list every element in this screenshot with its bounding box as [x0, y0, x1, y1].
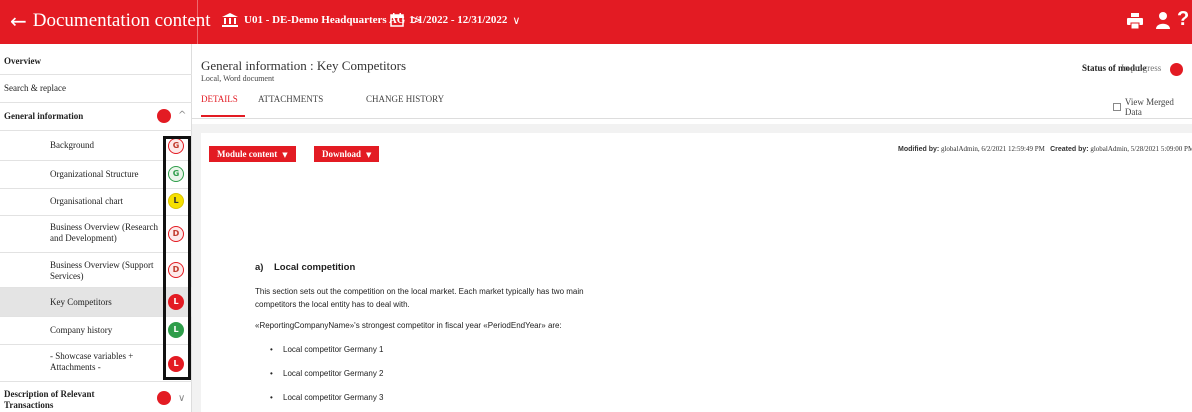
- created-label: Created by:: [1050, 146, 1089, 153]
- checkbox[interactable]: [1113, 103, 1121, 111]
- sidebar-item-business-overview-rd[interactable]: Business Overview (Research and Developm…: [50, 222, 162, 244]
- list-item: • Local competitor Germany 2: [270, 369, 384, 378]
- status-value: In progress: [1121, 63, 1162, 73]
- caret-down-icon: ▼: [366, 151, 372, 159]
- bullet-icon: •: [270, 393, 273, 402]
- status-dot: [157, 109, 171, 123]
- status-dot: [157, 391, 171, 405]
- section-heading: a) Local competition: [255, 262, 356, 273]
- arrow-left-icon: ←: [10, 9, 27, 33]
- paragraph: «ReportingCompanyName»'s strongest compe…: [255, 321, 562, 330]
- paragraph: competitors the local entity has to deal…: [255, 300, 410, 309]
- divider: [0, 381, 192, 382]
- view-merged-toggle[interactable]: View Merged Data: [1113, 97, 1192, 117]
- sidebar-item-search-replace[interactable]: Search & replace: [4, 83, 196, 94]
- help-icon[interactable]: ?: [1177, 8, 1189, 31]
- divider: [192, 118, 1192, 119]
- sidebar-item-business-overview-support[interactable]: Business Overview (Support Services): [50, 260, 162, 282]
- sidebar-item-label: Key Competitors: [50, 297, 112, 307]
- paragraph: This section sets out the competition on…: [255, 287, 584, 296]
- calendar-icon: [390, 13, 404, 27]
- sidebar-item-overview[interactable]: Overview: [4, 56, 196, 67]
- sidebar-item-showcase-variables[interactable]: - Showcase variables + Attachments -: [50, 351, 162, 373]
- sidebar-item-company-history[interactable]: Company history: [50, 325, 162, 336]
- user-icon[interactable]: [1156, 11, 1170, 29]
- sidebar-item-organizational-structure[interactable]: Organizational Structure: [50, 169, 162, 180]
- list-item: • Local competitor Germany 3: [270, 393, 384, 402]
- created-value: globalAdmin, 5/28/2021 5:09:00 PM: [1090, 145, 1192, 153]
- bullet-icon: •: [270, 345, 273, 354]
- back-label: Documentation content: [32, 10, 211, 31]
- caret-down-icon: ▼: [282, 151, 288, 159]
- chevron-down-icon: ∨: [512, 13, 521, 27]
- download-button[interactable]: Download ▼: [314, 146, 380, 162]
- audit-info: Modified by: globalAdmin, 6/2/2021 12:59…: [898, 145, 1192, 153]
- chevron-down-icon[interactable]: ∨: [178, 393, 185, 404]
- tab-change-history[interactable]: CHANGE HISTORY: [366, 94, 444, 104]
- entity-label: U01 - DE-Demo Headquarters AG: [244, 14, 406, 26]
- bank-icon: [222, 13, 238, 27]
- sidebar-item-organisational-chart[interactable]: Organisational chart: [50, 196, 162, 207]
- period-selector[interactable]: 1/1/2022 - 12/31/2022 ∨: [390, 13, 520, 27]
- sidebar-item-background[interactable]: Background: [50, 140, 162, 151]
- back-button[interactable]: ← Documentation content: [10, 9, 211, 33]
- page-subtitle: Local, Word document: [201, 74, 275, 83]
- module-content-button[interactable]: Module content ▼: [209, 146, 296, 162]
- active-tab-indicator: [201, 115, 245, 117]
- list-item: • Local competitor Germany 1: [270, 345, 384, 354]
- printer-icon[interactable]: [1127, 13, 1143, 29]
- status-dot: [1170, 63, 1183, 76]
- bullet-icon: •: [270, 369, 273, 378]
- divider: [0, 102, 192, 103]
- period-label: 1/1/2022 - 12/31/2022: [409, 14, 508, 26]
- topbar-divider: [197, 0, 198, 44]
- tab-details[interactable]: DETAILS: [201, 94, 238, 104]
- tab-attachments[interactable]: ATTACHMENTS: [258, 94, 323, 104]
- divider: [0, 130, 192, 131]
- sidebar-item-relevant-transactions[interactable]: Description of Relevant Transactions: [4, 389, 144, 411]
- modified-value: globalAdmin, 6/2/2021 12:59:49 PM: [940, 145, 1045, 153]
- highlight-frame: [163, 136, 191, 380]
- view-merged-label: View Merged Data: [1124, 97, 1174, 117]
- chevron-up-icon[interactable]: ^: [178, 110, 186, 121]
- divider: [0, 74, 192, 75]
- modified-label: Modified by:: [898, 146, 940, 153]
- top-bar: ← Documentation content U01 - DE-Demo He…: [0, 0, 1192, 44]
- page-title: General information : Key Competitors: [201, 58, 407, 73]
